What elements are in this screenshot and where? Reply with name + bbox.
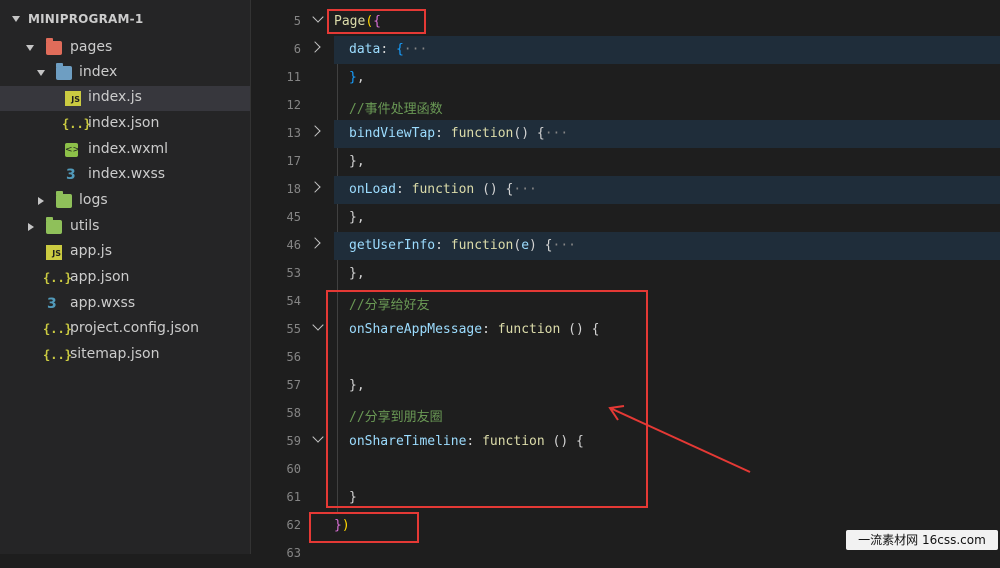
watermark: 一流素材网 16css.com [846,530,998,550]
wxml-file-icon: <> [65,143,81,157]
chevron-right-icon [38,197,44,205]
fold-open-icon[interactable] [312,431,324,443]
line-number: 56 [286,350,301,364]
line-number: 62 [286,518,301,532]
code-text: getUserInfo: function(e) {··· [349,238,576,253]
line-number: 63 [286,546,301,560]
chevron-down-icon [37,70,45,76]
tree-item-logs[interactable]: logs [0,189,250,214]
explorer-sidebar: MINIPROGRAM-1 pages index JS index.js {.… [0,0,251,554]
line-number: 11 [286,70,301,84]
tree-item-label: index.wxss [88,166,166,182]
tree-item-index-json[interactable]: {..} index.json [0,112,250,137]
chevron-down-icon [26,45,34,51]
tree-item-label: sitemap.json [70,346,160,362]
tree-item-project-config-json[interactable]: {..} project.config.json [0,317,250,342]
tree-item-utils[interactable]: utils [0,215,250,240]
fold-open-icon[interactable] [312,11,324,23]
folder-icon [56,191,72,208]
line-number: 55 [286,322,301,336]
tree-item-index-wxml[interactable]: <> index.wxml [0,138,250,163]
line-number: 59 [286,434,301,448]
tree-item-label: index.js [88,89,142,105]
json-file-icon: {..} [43,322,72,336]
chevron-right-icon [28,223,34,231]
code-line[interactable]: 53 }, [251,260,1000,288]
folded-region-highlight [334,36,1000,64]
code-line[interactable]: 45 }, [251,204,1000,232]
code-line[interactable]: 18 onLoad: function () {··· [251,176,1000,204]
workspace-title: MINIPROGRAM-1 [28,12,144,26]
tree-item-label: index [79,64,118,80]
chevron-down-icon [12,16,20,22]
line-number: 45 [286,210,301,224]
line-number: 17 [286,154,301,168]
code-comment: //事件处理函数 [349,102,443,117]
tree-item-label: index.json [88,115,160,131]
code-line[interactable]: 11 }, [251,64,1000,92]
code-text: onLoad: function () {··· [349,182,537,197]
line-number: 5 [293,14,301,28]
tree-item-label: app.wxss [70,295,136,311]
tree-item-app-json[interactable]: {..} app.json [0,266,250,291]
tree-item-app-wxss[interactable]: 3 app.wxss [0,292,250,317]
tree-item-label: app.json [70,269,130,285]
tree-item-app-js[interactable]: JS app.js [0,240,250,265]
fold-closed-icon[interactable] [309,181,321,193]
explorer-section-header[interactable]: MINIPROGRAM-1 [0,8,250,36]
css-file-icon: 3 [66,167,76,183]
tree-item-label: app.js [70,243,112,259]
line-number: 18 [286,182,301,196]
json-file-icon: {..} [43,271,72,285]
line-number: 57 [286,378,301,392]
line-number: 6 [293,42,301,56]
line-number: 12 [286,98,301,112]
code-line[interactable]: 46 getUserInfo: function(e) {··· [251,232,1000,260]
code-line[interactable]: 6 data: {··· [251,36,1000,64]
line-number: 46 [286,238,301,252]
line-number: 53 [286,266,301,280]
annotation-box-page-end [309,512,419,543]
code-text: }, [349,154,365,169]
javascript-file-icon: JS [65,91,81,106]
tree-item-label: index.wxml [88,141,169,157]
json-file-icon: {..} [62,117,91,131]
tree-item-index-wxss[interactable]: 3 index.wxss [0,163,250,188]
tree-item-label: pages [70,39,113,55]
javascript-file-icon: JS [46,245,62,260]
json-file-icon: {..} [43,348,72,362]
tree-item-index-js[interactable]: JS index.js [0,86,250,111]
line-number: 58 [286,406,301,420]
fold-closed-icon[interactable] [309,237,321,249]
code-line[interactable]: 13 bindViewTap: function() {··· [251,120,1000,148]
folder-pages-icon [46,38,62,55]
line-number: 61 [286,490,301,504]
line-number: 60 [286,462,301,476]
fold-closed-icon[interactable] [309,41,321,53]
code-text: }, [349,210,365,225]
code-text: data: {··· [349,42,428,57]
code-line[interactable]: 12 //事件处理函数 [251,92,1000,120]
tree-item-label: logs [79,192,108,208]
fold-open-icon[interactable] [312,319,324,331]
line-number: 13 [286,126,301,140]
code-text: }, [349,266,365,281]
tree-item-label: project.config.json [70,320,199,336]
annotation-box-page-start [327,9,426,34]
folder-open-icon [56,63,72,80]
css-file-icon: 3 [47,296,57,312]
code-line[interactable]: 17 }, [251,148,1000,176]
folder-icon [46,217,62,234]
tree-item-index[interactable]: index [0,61,250,86]
annotation-arrow-icon [608,405,751,473]
code-text: }, [349,70,365,85]
code-text: bindViewTap: function() {··· [349,126,569,141]
tree-item-label: utils [70,218,100,234]
fold-closed-icon[interactable] [309,125,321,137]
tree-item-pages[interactable]: pages [0,36,250,61]
line-number: 54 [286,294,301,308]
tree-item-sitemap-json[interactable]: {..} sitemap.json [0,343,250,368]
